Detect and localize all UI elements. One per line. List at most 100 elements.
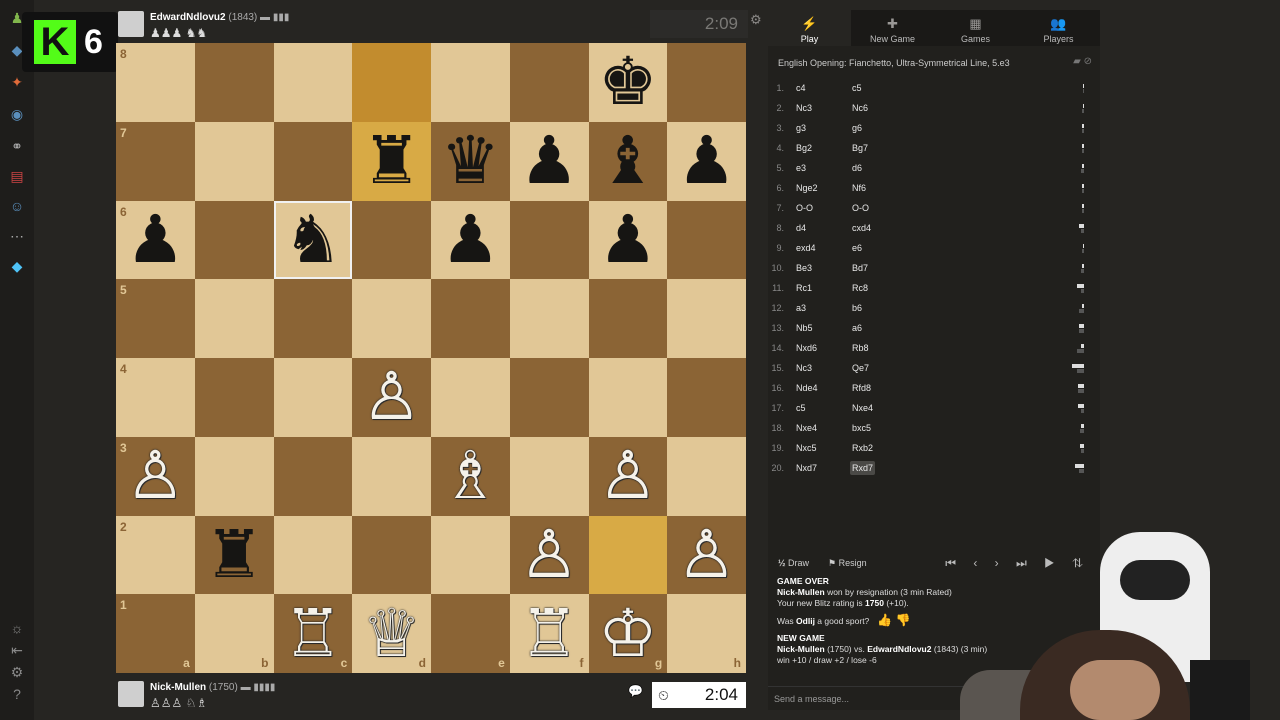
- square-a1[interactable]: 1a: [116, 594, 195, 673]
- square-c3[interactable]: [273, 436, 353, 516]
- white-move[interactable]: exd4: [796, 238, 816, 258]
- player-username[interactable]: Nick-Mullen: [150, 682, 206, 693]
- square-f4[interactable]: [509, 358, 589, 437]
- black-move[interactable]: Rb8: [850, 338, 871, 358]
- square-g8[interactable]: ♚: [588, 43, 668, 122]
- square-e5[interactable]: [431, 279, 510, 358]
- close-icon[interactable]: ⊘: [1084, 56, 1092, 67]
- white-piece-f1[interactable]: ♖: [510, 594, 589, 673]
- black-piece-g6[interactable]: ♟: [589, 201, 668, 280]
- white-move[interactable]: Nc3: [796, 98, 812, 118]
- white-piece-g1[interactable]: ♔: [589, 594, 668, 673]
- black-move[interactable]: Bg7: [850, 138, 870, 158]
- square-e6[interactable]: ♟: [431, 200, 510, 280]
- white-move[interactable]: O-O: [796, 198, 813, 218]
- square-h6[interactable]: [667, 200, 746, 280]
- black-piece-a6[interactable]: ♟: [116, 201, 195, 280]
- square-d1[interactable]: d ♕: [352, 594, 431, 673]
- help-icon[interactable]: ?: [7, 684, 27, 704]
- white-move[interactable]: Nxd7: [796, 458, 817, 478]
- white-move[interactable]: e3: [796, 158, 806, 178]
- tab-play[interactable]: ⚡ Play: [768, 10, 851, 46]
- white-move[interactable]: Bg2: [796, 138, 812, 158]
- square-f6[interactable]: [509, 200, 589, 280]
- white-move[interactable]: a3: [796, 298, 806, 318]
- black-piece-b2[interactable]: ♜: [195, 516, 274, 595]
- black-piece-d7[interactable]: ♜: [352, 122, 431, 201]
- square-c7[interactable]: [273, 121, 353, 201]
- square-h2[interactable]: ♙: [667, 515, 746, 595]
- square-c6[interactable]: ♞: [273, 200, 353, 280]
- square-h3[interactable]: [667, 436, 746, 516]
- player-username[interactable]: EdwardNdlovu2: [150, 12, 226, 23]
- square-b5[interactable]: [194, 279, 274, 358]
- square-e3[interactable]: ♗: [431, 436, 510, 516]
- white-move[interactable]: Nc3: [796, 358, 812, 378]
- square-b7[interactable]: [194, 121, 274, 201]
- square-g1[interactable]: g ♔: [588, 594, 668, 673]
- black-move[interactable]: Rc8: [850, 278, 870, 298]
- black-move[interactable]: Nc6: [850, 98, 870, 118]
- square-b2[interactable]: ♜: [194, 515, 274, 595]
- black-move[interactable]: Rfd8: [850, 378, 873, 398]
- black-move[interactable]: O-O: [850, 198, 871, 218]
- square-c5[interactable]: [273, 279, 353, 358]
- square-b3[interactable]: [194, 436, 274, 516]
- square-d5[interactable]: [352, 279, 431, 358]
- black-move[interactable]: a6: [850, 318, 864, 338]
- white-piece-g3[interactable]: ♙: [589, 437, 668, 516]
- resign-button[interactable]: ⚑ Resign: [828, 553, 867, 573]
- black-move[interactable]: bxc5: [850, 418, 873, 438]
- square-c8[interactable]: [273, 43, 353, 122]
- square-g6[interactable]: ♟: [588, 200, 668, 280]
- black-move[interactable]: Rxb2: [850, 438, 875, 458]
- square-a5[interactable]: 5: [116, 279, 195, 358]
- watch-icon[interactable]: ⚭: [7, 136, 27, 156]
- black-piece-e6[interactable]: ♟: [431, 201, 510, 280]
- match-player-a[interactable]: Nick-Mullen: [777, 644, 825, 654]
- white-piece-e3[interactable]: ♗: [431, 437, 510, 516]
- match-player-b[interactable]: EdwardNdlovu2: [867, 644, 931, 654]
- black-piece-e7[interactable]: ♛: [431, 122, 510, 201]
- square-e1[interactable]: e: [431, 594, 510, 673]
- white-piece-h2[interactable]: ♙: [667, 516, 746, 595]
- square-h5[interactable]: [667, 279, 746, 358]
- white-move[interactable]: Rc1: [796, 278, 812, 298]
- square-a4[interactable]: 4: [116, 358, 195, 437]
- square-f3[interactable]: [509, 436, 589, 516]
- square-a8[interactable]: 8: [116, 43, 195, 122]
- square-g3[interactable]: ♙: [588, 436, 668, 516]
- white-move[interactable]: g3: [796, 118, 806, 138]
- draw-button[interactable]: ½ Draw: [778, 553, 809, 573]
- black-move[interactable]: d6: [850, 158, 864, 178]
- square-a6[interactable]: 6 ♟: [116, 200, 195, 280]
- black-move[interactable]: Qe7: [850, 358, 871, 378]
- white-move[interactable]: c5: [796, 398, 806, 418]
- settings-icon[interactable]: ⚙: [7, 662, 27, 682]
- black-move[interactable]: Bd7: [850, 258, 870, 278]
- square-d4[interactable]: ♙: [352, 358, 431, 437]
- white-move[interactable]: Nxd6: [796, 338, 817, 358]
- black-move[interactable]: Nf6: [850, 178, 868, 198]
- black-move[interactable]: Rxd7: [850, 461, 876, 475]
- square-h7[interactable]: ♟: [667, 121, 746, 201]
- tab-players[interactable]: 👥 Players: [1017, 10, 1100, 46]
- square-g4[interactable]: [588, 358, 668, 437]
- square-d2[interactable]: [352, 515, 431, 595]
- white-piece-d4[interactable]: ♙: [352, 358, 431, 437]
- square-c1[interactable]: c ♖: [273, 594, 353, 673]
- square-g2[interactable]: [588, 515, 668, 595]
- chat-icon[interactable]: 💬: [628, 684, 643, 698]
- square-h4[interactable]: [667, 358, 746, 437]
- black-move[interactable]: b6: [850, 298, 864, 318]
- square-b1[interactable]: b: [194, 594, 274, 673]
- avatar[interactable]: [118, 681, 144, 707]
- square-f1[interactable]: f ♖: [509, 594, 589, 673]
- white-move[interactable]: Nxe4: [796, 418, 817, 438]
- white-move[interactable]: Nge2: [796, 178, 818, 198]
- black-move[interactable]: e6: [850, 238, 864, 258]
- square-d6[interactable]: [352, 200, 431, 280]
- square-f7[interactable]: ♟: [509, 121, 589, 201]
- white-piece-a3[interactable]: ♙: [116, 437, 195, 516]
- more-icon[interactable]: ⋯: [7, 226, 27, 246]
